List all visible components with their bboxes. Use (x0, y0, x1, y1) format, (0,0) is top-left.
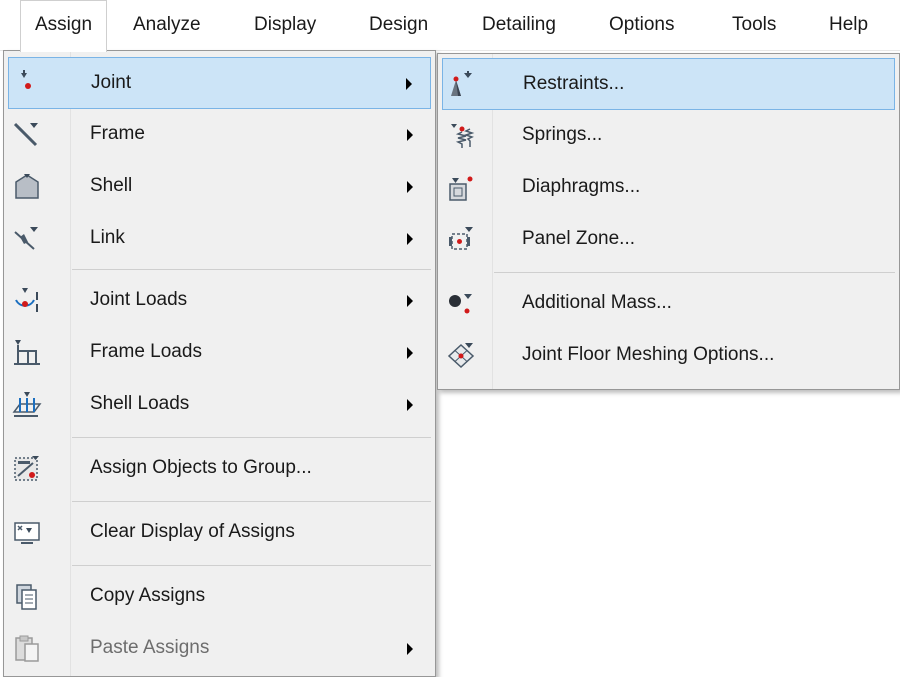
restraints-icon (447, 70, 477, 100)
frame-loads-icon (12, 338, 42, 368)
menu-item-label: Frame (90, 123, 145, 144)
menu-display[interactable]: Display (254, 0, 316, 50)
menu-design[interactable]: Design (369, 0, 428, 50)
menu-tools[interactable]: Tools (732, 0, 776, 50)
submenu-item-springs[interactable]: Springs... (442, 110, 895, 162)
copy-assigns-icon (12, 582, 42, 612)
joint-submenu: Restraints... Springs... Diaphragms... P… (437, 53, 900, 390)
menu-separator (72, 565, 431, 566)
menu-item-label: Shell (90, 175, 133, 196)
menu-separator (72, 269, 431, 270)
panel-zone-icon (446, 225, 476, 255)
menu-separator (72, 437, 431, 438)
menu-item-label: Paste Assigns (90, 637, 210, 658)
menu-separator (494, 272, 895, 273)
menu-item-joint[interactable]: Joint (8, 57, 431, 109)
additional-mass-icon (446, 289, 476, 319)
paste-assigns-icon (12, 634, 42, 664)
submenu-item-label: Restraints... (523, 73, 625, 94)
menu-item-clear-display-of-assigns[interactable]: Clear Display of Assigns (8, 507, 431, 559)
submenu-arrow-icon (407, 129, 413, 141)
joint-loads-icon (12, 286, 42, 316)
menu-item-label: Joint Loads (90, 289, 188, 310)
diaphragms-icon (446, 173, 476, 203)
submenu-arrow-icon (407, 181, 413, 193)
menu-detailing[interactable]: Detailing (482, 0, 556, 50)
submenu-arrow-icon (407, 399, 413, 411)
menu-analyze[interactable]: Analyze (133, 0, 201, 50)
assign-group-icon (12, 454, 42, 484)
submenu-item-panel-zone[interactable]: Panel Zone... (442, 214, 895, 266)
shell-icon (12, 172, 42, 202)
menu-item-shell-loads[interactable]: Shell Loads (8, 379, 431, 431)
assign-dropdown-menu: Joint Frame Shell Link Joint Loads Frame… (3, 50, 436, 677)
link-icon (12, 224, 42, 254)
menu-item-frame[interactable]: Frame (8, 109, 431, 161)
menu-separator (72, 501, 431, 502)
menu-item-label: Joint (91, 72, 132, 93)
menu-item-label: Shell Loads (90, 393, 190, 414)
menu-item-paste-assigns[interactable]: Paste Assigns (8, 623, 431, 675)
submenu-item-additional-mass[interactable]: Additional Mass... (442, 278, 895, 330)
submenu-item-label: Panel Zone... (522, 228, 636, 249)
menu-item-shell[interactable]: Shell (8, 161, 431, 213)
submenu-item-label: Springs... (522, 124, 603, 145)
menu-item-label: Clear Display of Assigns (90, 521, 295, 542)
springs-icon (446, 121, 476, 151)
submenu-item-joint-floor-meshing-options[interactable]: Joint Floor Meshing Options... (442, 330, 895, 382)
clear-display-icon (12, 518, 42, 548)
frame-icon (12, 120, 42, 150)
submenu-arrow-icon (407, 347, 413, 359)
submenu-item-label: Joint Floor Meshing Options... (522, 344, 775, 365)
menu-assign[interactable]: Assign (20, 0, 108, 52)
submenu-item-restraints[interactable]: Restraints... (442, 58, 895, 110)
menu-item-label: Link (90, 227, 125, 248)
menu-help[interactable]: Help (829, 0, 868, 50)
submenu-arrow-icon (407, 295, 413, 307)
submenu-arrow-icon (406, 78, 412, 90)
menu-item-link[interactable]: Link (8, 213, 431, 265)
menu-item-frame-loads[interactable]: Frame Loads (8, 327, 431, 379)
joint-icon (13, 69, 43, 99)
menu-item-assign-objects-to-group[interactable]: Assign Objects to Group... (8, 443, 431, 495)
menu-item-label: Assign Objects to Group... (90, 457, 312, 478)
menu-item-joint-loads[interactable]: Joint Loads (8, 275, 431, 327)
submenu-item-label: Additional Mass... (522, 292, 672, 313)
menu-options[interactable]: Options (609, 0, 674, 50)
submenu-arrow-icon (407, 643, 413, 655)
menu-item-label: Frame Loads (90, 341, 202, 362)
submenu-arrow-icon (407, 233, 413, 245)
menu-item-label: Copy Assigns (90, 585, 206, 606)
submenu-item-diaphragms[interactable]: Diaphragms... (442, 162, 895, 214)
menu-bar: Assign Analyze Display Design Detailing … (0, 0, 900, 52)
submenu-item-label: Diaphragms... (522, 176, 641, 197)
menu-item-copy-assigns[interactable]: Copy Assigns (8, 571, 431, 623)
floor-meshing-icon (446, 341, 476, 371)
shell-loads-icon (12, 390, 42, 420)
